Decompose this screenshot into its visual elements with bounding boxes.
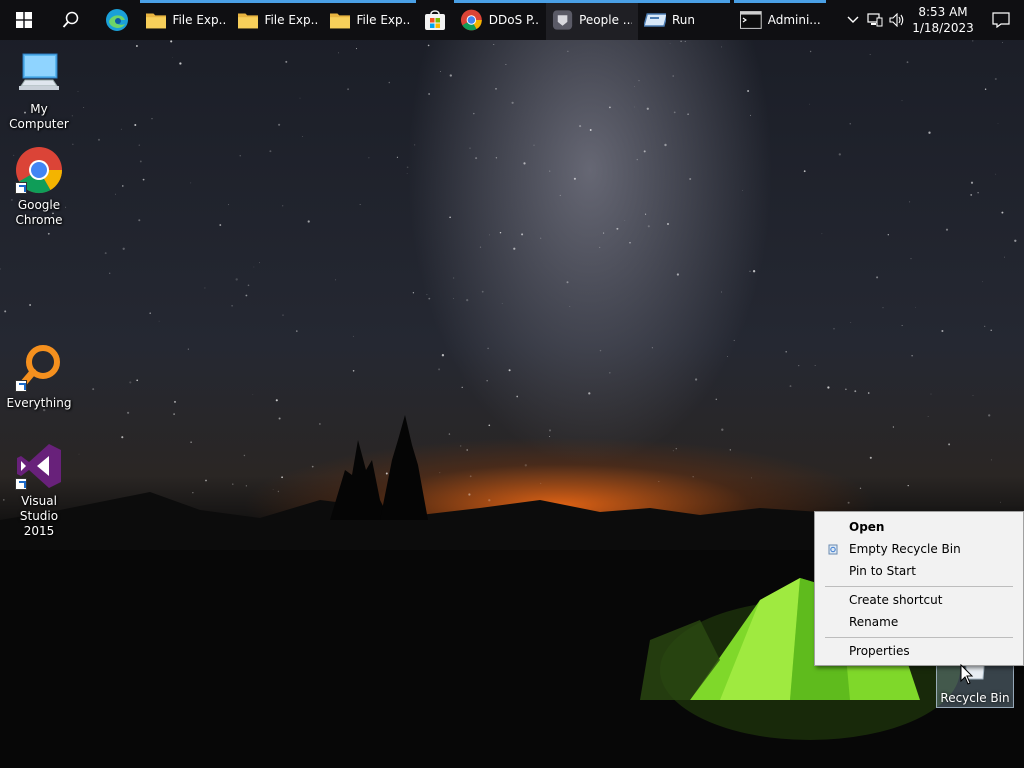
menu-item-open[interactable]: Open: [815, 516, 1023, 538]
clock-time: 8:53 AM: [918, 5, 968, 19]
shortcut-arrow-icon: [15, 478, 27, 490]
shortcut-arrow-icon: [15, 182, 27, 194]
desktop-icon-my-computer[interactable]: My Computer: [1, 50, 77, 132]
menu-item-pin-to-start[interactable]: Pin to Start: [815, 560, 1023, 582]
clock-date: 1/18/2023: [912, 21, 974, 35]
taskbar-app-label: DDoS P...: [488, 13, 540, 27]
visual-studio-icon: [15, 442, 63, 490]
search-button[interactable]: [48, 0, 94, 40]
menu-item-properties[interactable]: Properties: [815, 640, 1023, 662]
edge-taskbar-button[interactable]: [94, 0, 140, 40]
mouse-cursor-icon: [960, 664, 974, 685]
tray-overflow-button[interactable]: [842, 0, 864, 40]
taskbar-app-people[interactable]: People ...: [546, 0, 638, 40]
taskbar-app-file-explorer-2[interactable]: File Exp...: [232, 0, 324, 40]
menu-item-create-shortcut[interactable]: Create shortcut: [815, 589, 1023, 611]
menu-item-label: Create shortcut: [849, 593, 943, 607]
menu-item-rename[interactable]: Rename: [815, 611, 1023, 633]
desktop-icon-label: Recycle Bin: [940, 691, 1010, 705]
action-center-button[interactable]: [978, 0, 1024, 40]
taskbar-clock[interactable]: 8:53 AM 1/18/2023: [908, 4, 978, 36]
store-icon: [425, 10, 445, 30]
everything-icon: [15, 344, 63, 392]
computer-icon: [15, 50, 63, 98]
people-icon: [552, 10, 573, 30]
desktop-icon-google-chrome[interactable]: Google Chrome: [1, 146, 77, 228]
taskbar-app-label: Run: [672, 13, 696, 27]
shortcut-arrow-icon: [15, 380, 27, 392]
folder-icon: [238, 13, 259, 29]
menu-item-label: Open: [849, 520, 885, 534]
desktop-icon-label: Google Chrome: [15, 198, 63, 227]
taskbar-app-label: Admini...: [767, 13, 820, 27]
network-icon: [867, 13, 883, 27]
menu-item-label: Rename: [849, 615, 899, 629]
chevron-up-icon: [847, 16, 859, 23]
menu-separator: [825, 586, 1013, 587]
taskbar-app-ddos[interactable]: DDoS P...: [454, 0, 546, 40]
start-button[interactable]: [0, 0, 48, 40]
chrome-icon: [15, 146, 63, 194]
menu-item-label: Properties: [849, 644, 910, 658]
volume-icon: [889, 13, 904, 27]
folder-icon: [146, 13, 167, 29]
notification-icon: [992, 12, 1010, 28]
menu-item-label: Empty Recycle Bin: [849, 542, 961, 556]
desktop-icon-label: Visual Studio 2015: [19, 494, 59, 538]
taskbar-app-file-explorer-3[interactable]: File Exp...: [324, 0, 416, 40]
taskbar-app-run[interactable]: Run: [638, 0, 730, 40]
run-icon: [644, 13, 666, 27]
search-icon: [62, 11, 79, 28]
menu-item-label: Pin to Start: [849, 564, 916, 578]
taskbar-app-file-explorer-1[interactable]: File Exp...: [140, 0, 232, 40]
terminal-icon: [740, 11, 762, 29]
taskbar-app-label: File Exp...: [172, 13, 226, 27]
desktop-icon-label: My Computer: [9, 102, 69, 131]
taskbar-app-label: File Exp...: [356, 13, 410, 27]
desktop-icon-everything[interactable]: Everything: [1, 344, 77, 411]
taskbar-app-administrator[interactable]: Admini...: [734, 0, 826, 40]
folder-icon: [330, 13, 351, 29]
taskbar: File Exp... File Exp... File Exp... DDoS…: [0, 0, 1024, 40]
recycle-icon: [828, 544, 838, 555]
menu-item-empty-recycle-bin[interactable]: Empty Recycle Bin: [815, 538, 1023, 560]
volume-tray-button[interactable]: [886, 0, 908, 40]
desktop-icon-visual-studio-2015[interactable]: Visual Studio 2015: [1, 442, 77, 539]
taskbar-app-label: People ...: [579, 13, 632, 27]
taskbar-store-button[interactable]: [416, 0, 454, 40]
system-tray: 8:53 AM 1/18/2023: [842, 0, 1024, 40]
menu-separator: [825, 637, 1013, 638]
network-tray-button[interactable]: [864, 0, 886, 40]
desktop-icon-label: Everything: [6, 396, 72, 410]
context-menu: Open Empty Recycle Bin Pin to Start Crea…: [814, 511, 1024, 666]
chrome-icon: [460, 9, 482, 31]
edge-icon: [106, 9, 128, 31]
windows-logo-icon: [16, 12, 32, 28]
taskbar-app-label: File Exp...: [264, 13, 318, 27]
